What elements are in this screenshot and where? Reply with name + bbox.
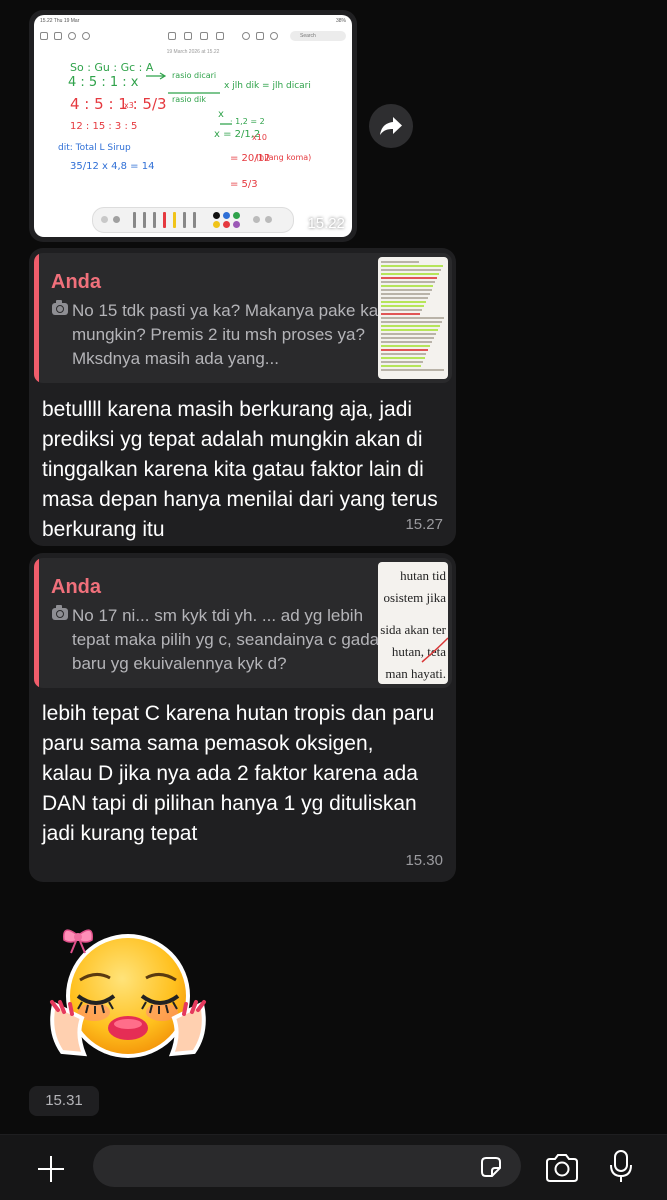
tool-dot <box>113 216 120 223</box>
pen-tool <box>153 212 156 228</box>
message-time: 15.22 <box>307 215 345 232</box>
thumbnail-text-line <box>381 369 445 371</box>
message-text: betullll karena masih berkurang aja, jad… <box>42 398 438 541</box>
thumbnail-text-line <box>381 337 435 339</box>
thumbnail-text-line <box>381 305 424 307</box>
forward-icon <box>380 117 402 135</box>
thumbnail-text-line <box>381 265 444 267</box>
quote-author: Anda <box>51 271 101 293</box>
quote-text: No 15 tdk pasti ya ka? Makanya pake kata… <box>72 301 393 368</box>
message-text: lebih tepat C karena hutan tropis dan pa… <box>42 702 435 845</box>
message-input[interactable] <box>93 1145 521 1187</box>
quote-accent-bar <box>34 253 39 383</box>
plus-icon[interactable] <box>36 1154 66 1184</box>
color-blue <box>223 212 230 219</box>
thumbnail-text-line <box>381 309 422 311</box>
more-icon <box>265 216 272 223</box>
quoted-reply[interactable]: Anda No 15 tdk pasti ya ka? Makanya pake… <box>34 253 452 383</box>
thumbnail-text-line <box>381 313 421 315</box>
drawing-tool-palette <box>92 207 294 233</box>
color-purple <box>233 221 240 228</box>
thumbnail-text-line <box>381 365 421 367</box>
forward-button[interactable] <box>369 104 413 148</box>
message-bubble[interactable]: Anda No 15 tdk pasti ya ka? Makanya pake… <box>29 248 456 546</box>
color-green <box>233 212 240 219</box>
quote-thumbnail: hutan tid osistem jika sida akan ter hut… <box>378 562 448 684</box>
microphone-icon[interactable] <box>608 1149 634 1185</box>
thumbnail-text-line <box>381 361 423 363</box>
lasso-icon <box>253 216 260 223</box>
image-message[interactable]: 15.22 Thu 19 Mar 38% Search 19 March 202… <box>29 10 357 242</box>
thumbnail-text-line <box>381 345 431 347</box>
thumbnail-text-line <box>381 297 428 299</box>
thumbnail-text-line <box>381 353 427 355</box>
thumbnail-document <box>381 261 445 375</box>
thumbnail-text-line <box>381 277 438 279</box>
quote-accent-bar <box>34 558 39 688</box>
thumbnail-text-line <box>381 281 436 283</box>
pen-tool <box>193 212 196 228</box>
thumbnail-text-line <box>381 293 430 295</box>
thumbnail-text-line <box>381 357 425 359</box>
quote-author: Anda <box>51 576 101 598</box>
thumbnail-text-line <box>381 261 420 263</box>
red-pen-mark <box>421 637 448 663</box>
camera-icon <box>52 300 68 315</box>
marker-tool <box>163 212 166 228</box>
thumbnail-text-line <box>381 269 442 271</box>
thumbnail-text-line <box>381 321 442 323</box>
camera-icon <box>52 605 68 620</box>
emoji-sticker[interactable] <box>32 914 210 1060</box>
quote-thumbnail <box>378 257 448 379</box>
note-screenshot-image[interactable]: 15.22 Thu 19 Mar 38% Search 19 March 202… <box>34 15 352 237</box>
handwriting-strokes <box>146 72 232 125</box>
thumbnail-text-line <box>381 349 429 351</box>
sticker-icon[interactable] <box>478 1154 504 1180</box>
quote-text: No 17 ni... sm kyk tdi yh. ... ad yg leb… <box>72 606 380 673</box>
thumbnail-text-line <box>381 325 440 327</box>
tool-dot <box>101 216 108 223</box>
thumbnail-text-line <box>381 333 437 335</box>
camera-icon[interactable] <box>544 1153 580 1183</box>
color-black <box>213 212 220 219</box>
message-time: 15.31 <box>29 1086 99 1116</box>
thumbnail-text-line <box>381 273 440 275</box>
highlighter-tool <box>173 212 176 228</box>
pen-tool <box>183 212 186 228</box>
color-yellow <box>213 221 220 228</box>
message-time: 15.27 <box>405 516 443 533</box>
thumbnail-text-line <box>381 341 433 343</box>
composer-bar <box>0 1134 667 1200</box>
thumbnail-text-line <box>381 289 432 291</box>
message-time: 15.30 <box>405 852 443 869</box>
thumbnail-text-line <box>381 285 434 287</box>
message-bubble[interactable]: Anda No 17 ni... sm kyk tdi yh. ... ad y… <box>29 553 456 882</box>
quoted-reply[interactable]: Anda No 17 ni... sm kyk tdi yh. ... ad y… <box>34 558 452 688</box>
pen-tool <box>133 212 136 228</box>
chat-screen: 15.22 Thu 19 Mar 38% Search 19 March 202… <box>0 0 667 1200</box>
thumbnail-text-line <box>381 317 444 319</box>
pen-tool <box>143 212 146 228</box>
thumbnail-text-line <box>381 329 438 331</box>
thumbnail-text-line <box>381 301 426 303</box>
blushing-face-sticker-icon <box>50 929 206 1058</box>
color-red <box>223 221 230 228</box>
